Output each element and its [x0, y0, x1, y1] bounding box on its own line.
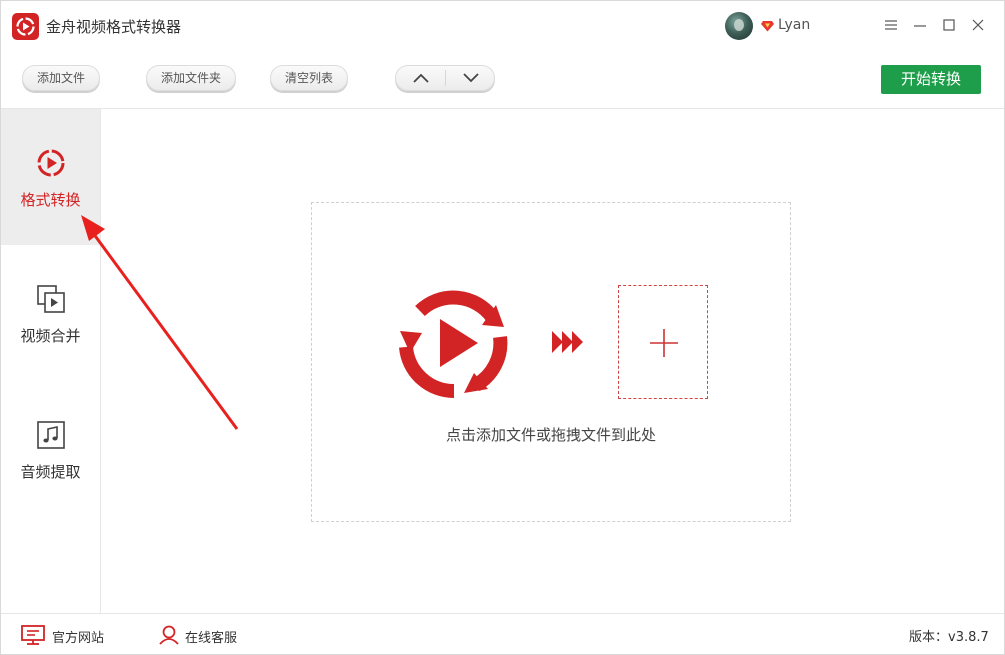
official-website-label: 官方网站: [52, 631, 105, 646]
start-convert-button[interactable]: 开始转换: [881, 65, 981, 94]
add-file-button[interactable]: 添加文件: [22, 65, 101, 91]
maximize-icon[interactable]: [939, 15, 959, 35]
drop-hint-text: 点击添加文件或拖拽文件到此处: [445, 426, 656, 444]
sidebar-item-label: 视频合并: [20, 327, 81, 345]
toolbar: 添加文件 添加文件夹 清空列表 开始转换: [1, 51, 1004, 109]
forward-arrows-icon: [552, 331, 583, 353]
format-convert-icon: [37, 149, 65, 177]
add-file-box[interactable]: [618, 285, 708, 399]
chevron-down-icon: [463, 73, 479, 83]
move-down-button[interactable]: [446, 66, 496, 90]
plus-icon: [650, 329, 678, 357]
close-icon[interactable]: [968, 15, 988, 35]
audio-extract-icon: [37, 421, 65, 449]
user-support-icon: [159, 625, 179, 645]
version-label: 版本：v3.8.7: [909, 630, 989, 645]
app-title: 金舟视频格式转换器: [46, 18, 182, 36]
user-name[interactable]: Lyan: [778, 17, 810, 33]
online-support-label: 在线客服: [185, 631, 238, 646]
sidebar-item-label: 格式转换: [20, 191, 81, 209]
minimize-icon[interactable]: [910, 15, 930, 35]
menu-icon[interactable]: [881, 15, 901, 35]
sidebar-item-format-convert[interactable]: 格式转换: [1, 109, 100, 245]
status-bar: 官方网站 在线客服 版本：v3.8.7: [1, 613, 1004, 654]
sidebar-item-label: 音频提取: [20, 463, 81, 481]
monitor-icon: [21, 625, 45, 645]
sidebar-item-video-merge[interactable]: 视频合并: [1, 245, 100, 381]
file-drop-zone[interactable]: 点击添加文件或拖拽文件到此处: [311, 202, 791, 522]
video-merge-icon: [37, 285, 65, 313]
chevron-up-icon: [413, 73, 429, 83]
sidebar: 格式转换 视频合并 音频提取: [1, 109, 101, 613]
online-support-link[interactable]: 在线客服: [158, 625, 258, 646]
main-area: 点击添加文件或拖拽文件到此处: [101, 109, 1004, 613]
app-logo-icon: [12, 13, 39, 40]
clear-list-button[interactable]: 清空列表: [270, 65, 349, 91]
sidebar-item-audio-extract[interactable]: 音频提取: [1, 381, 100, 517]
move-up-button[interactable]: [396, 66, 446, 90]
title-bar[interactable]: 金舟视频格式转换器 Lyan: [1, 1, 1004, 51]
user-avatar[interactable]: [725, 12, 753, 40]
app-window: 金舟视频格式转换器 Lyan 添加文件 添加文件夹 清空列表 开始转换 格式转换…: [0, 0, 1005, 655]
vip-diamond-icon: [761, 21, 774, 32]
reorder-group: [395, 65, 495, 91]
convert-logo-icon: [399, 290, 508, 399]
add-folder-button[interactable]: 添加文件夹: [146, 65, 237, 91]
official-website-link[interactable]: 官方网站: [21, 625, 121, 646]
